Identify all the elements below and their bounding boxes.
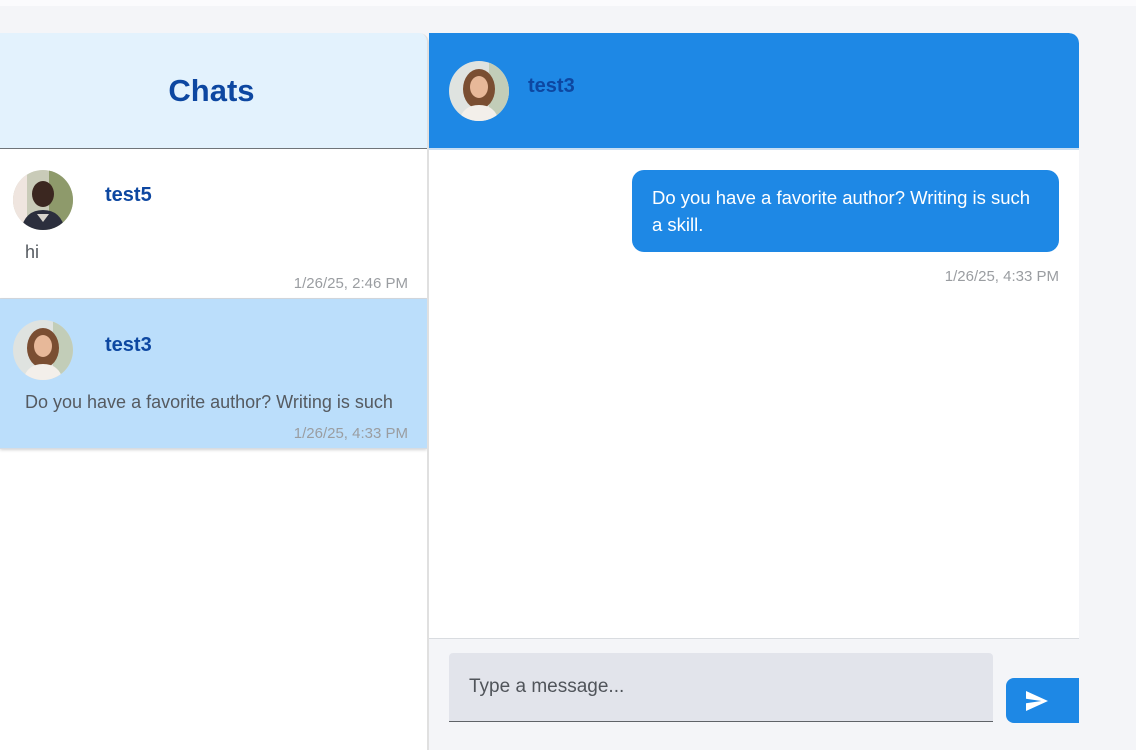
message-time: 1/26/25, 4:33 PM xyxy=(944,268,1059,285)
message-list: Do you have a favorite author? Writing i… xyxy=(429,150,1079,638)
message-input[interactable] xyxy=(449,653,993,722)
chat-item-preview: hi xyxy=(25,242,40,262)
chat-item-test5[interactable]: test5 hi 1/26/25, 2:46 PM xyxy=(0,149,427,299)
message-bubble: Do you have a favorite author? Writing i… xyxy=(632,170,1059,252)
chat-list-title: Chats xyxy=(168,72,255,108)
chat-list-panel: Chats test5 hi 1/26/25, 2:46 PM test3 Do… xyxy=(0,33,429,750)
chat-item-name: test3 xyxy=(105,334,152,356)
chat-item-test3[interactable]: test3 Do you have a favorite author? Wri… xyxy=(0,299,427,449)
avatar xyxy=(449,61,509,121)
avatar xyxy=(13,170,73,230)
chat-item-time: 1/26/25, 4:33 PM xyxy=(293,425,408,442)
chat-item-time: 1/26/25, 2:46 PM xyxy=(293,275,408,292)
top-strip xyxy=(0,0,1136,6)
conversation-header: test3 xyxy=(429,33,1079,150)
chat-item-preview: Do you have a favorite author? Writing i… xyxy=(25,392,393,412)
conversation-panel: test3 Do you have a favorite author? Wri… xyxy=(429,33,1079,750)
conversation-contact-name: test3 xyxy=(528,75,575,97)
avatar xyxy=(13,320,73,380)
send-icon xyxy=(1026,691,1048,711)
chat-list-header: Chats xyxy=(0,33,427,149)
send-button[interactable] xyxy=(1006,678,1079,723)
chat-item-name: test5 xyxy=(105,184,152,206)
message-composer xyxy=(429,638,1079,750)
